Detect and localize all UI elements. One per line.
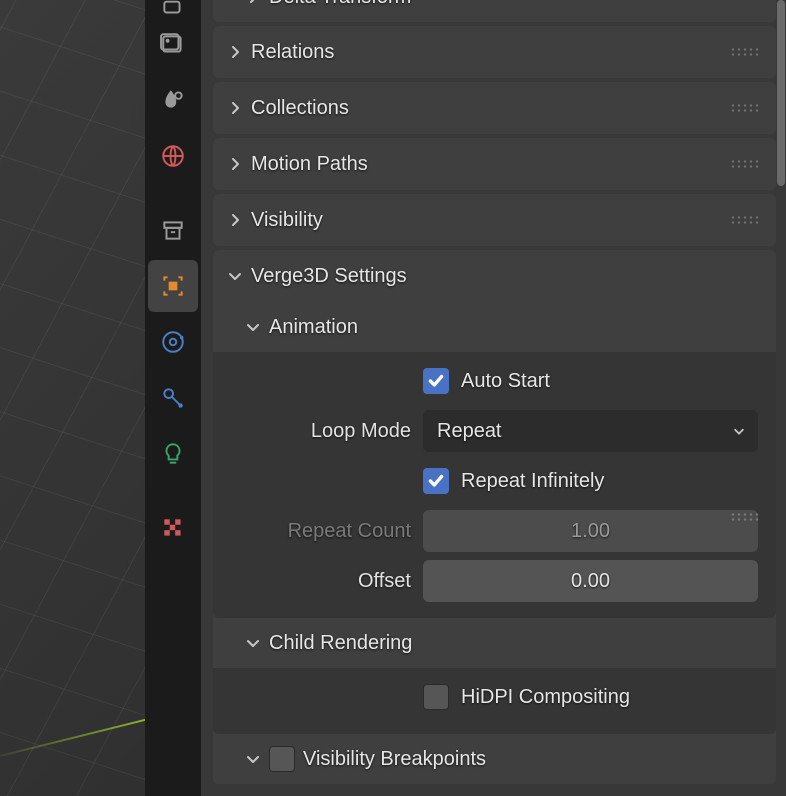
check-icon bbox=[427, 472, 445, 490]
viewport-3d[interactable] bbox=[0, 0, 145, 796]
repeat-infinitely-label: Repeat Infinitely bbox=[461, 470, 604, 493]
row-repeat-count: Repeat Count 1.00 bbox=[231, 506, 758, 556]
loop-mode-label: Loop Mode bbox=[231, 420, 411, 443]
row-repeat-infinitely: Repeat Infinitely bbox=[231, 456, 758, 506]
offset-value: 0.00 bbox=[571, 570, 610, 593]
panel-verge3d: Verge3D Settings Animation Auto Start Lo… bbox=[213, 250, 776, 784]
panel-collections: Collections bbox=[213, 82, 776, 134]
drag-handle-icon[interactable] bbox=[730, 159, 760, 169]
object-icon bbox=[160, 273, 186, 299]
image-icon bbox=[160, 31, 186, 57]
panel-motion-paths: Motion Paths bbox=[213, 138, 776, 190]
subpanel-animation-body: Auto Start Loop Mode Repeat Repeat Infin… bbox=[213, 352, 776, 618]
visibility-breakpoints-enable-checkbox[interactable] bbox=[269, 746, 295, 772]
subpanel-title: Animation bbox=[269, 316, 358, 339]
object-tab[interactable] bbox=[148, 260, 198, 312]
drag-handle-icon[interactable] bbox=[730, 47, 760, 57]
panel-delta-transform-header[interactable]: Delta Transform bbox=[213, 0, 776, 22]
panel-title: Collections bbox=[251, 97, 349, 120]
panel-relations-header[interactable]: Relations bbox=[213, 26, 776, 78]
panel-delta-transform: Delta Transform bbox=[213, 0, 776, 22]
scrollbar-track[interactable] bbox=[777, 0, 785, 796]
constraints-tab[interactable] bbox=[148, 372, 198, 424]
subpanel-visibility-breakpoints-header[interactable]: Visibility Breakpoints bbox=[213, 734, 776, 784]
output-tab[interactable] bbox=[148, 18, 198, 70]
chevron-down-icon bbox=[732, 424, 746, 438]
texture-tab[interactable] bbox=[148, 502, 198, 554]
subpanel-child-rendering-header[interactable]: Child Rendering bbox=[213, 618, 776, 668]
repeat-count-field[interactable]: 1.00 bbox=[423, 510, 758, 552]
hidpi-label: HiDPI Compositing bbox=[461, 686, 630, 709]
loop-mode-select[interactable]: Repeat bbox=[423, 410, 758, 452]
panel-visibility: Visibility bbox=[213, 194, 776, 246]
row-loop-mode: Loop Mode Repeat bbox=[231, 406, 758, 456]
loop-mode-value: Repeat bbox=[437, 420, 502, 443]
chevron-right-icon bbox=[227, 44, 243, 60]
subpanel-animation-header[interactable]: Animation bbox=[213, 302, 776, 352]
offset-label: Offset bbox=[231, 570, 411, 593]
hidpi-checkbox[interactable] bbox=[423, 684, 449, 710]
physics-icon bbox=[160, 329, 186, 355]
subpanel-child-rendering-body: HiDPI Compositing bbox=[213, 668, 776, 734]
subpanel-title: Child Rendering bbox=[269, 632, 412, 655]
scene-icon bbox=[160, 87, 186, 113]
properties-tab-strip bbox=[145, 0, 201, 796]
drag-handle-icon[interactable] bbox=[730, 103, 760, 113]
panel-title: Verge3D Settings bbox=[251, 265, 407, 288]
chevron-right-icon bbox=[227, 156, 243, 172]
drag-handle-icon[interactable] bbox=[730, 215, 760, 225]
scrollbar-thumb[interactable] bbox=[777, 0, 785, 186]
drag-handle-icon[interactable] bbox=[730, 512, 760, 522]
panel-title: Delta Transform bbox=[269, 0, 411, 9]
chevron-right-icon bbox=[245, 0, 261, 5]
chevron-down-icon bbox=[245, 751, 261, 767]
data-tab[interactable] bbox=[148, 428, 198, 480]
repeat-count-value: 1.00 bbox=[571, 520, 610, 543]
chevron-right-icon bbox=[227, 100, 243, 116]
scene-tab[interactable] bbox=[148, 74, 198, 126]
constraint-icon bbox=[160, 385, 186, 411]
axis-y-line bbox=[0, 716, 155, 761]
panel-motion-paths-header[interactable]: Motion Paths bbox=[213, 138, 776, 190]
panel-collections-header[interactable]: Collections bbox=[213, 82, 776, 134]
archive-icon bbox=[160, 217, 186, 243]
object-data-tab[interactable] bbox=[148, 204, 198, 256]
properties-panel: Delta Transform Relations Collections Mo… bbox=[201, 0, 786, 796]
subpanel-title: Visibility Breakpoints bbox=[303, 748, 486, 771]
panel-verge3d-header[interactable]: Verge3D Settings bbox=[213, 250, 776, 302]
repeat-infinitely-checkbox[interactable] bbox=[423, 468, 449, 494]
world-icon bbox=[160, 143, 186, 169]
check-icon bbox=[427, 372, 445, 390]
texture-icon bbox=[160, 515, 186, 541]
panel-title: Motion Paths bbox=[251, 153, 368, 176]
auto-start-checkbox[interactable] bbox=[423, 368, 449, 394]
chevron-down-icon bbox=[245, 319, 261, 335]
panel-visibility-header[interactable]: Visibility bbox=[213, 194, 776, 246]
offset-field[interactable]: 0.00 bbox=[423, 560, 758, 602]
panel-relations: Relations bbox=[213, 26, 776, 78]
auto-start-label: Auto Start bbox=[461, 370, 550, 393]
chevron-down-icon bbox=[245, 635, 261, 651]
row-auto-start: Auto Start bbox=[231, 356, 758, 406]
world-tab[interactable] bbox=[148, 130, 198, 182]
panel-title: Relations bbox=[251, 41, 334, 64]
lightbulb-icon bbox=[160, 441, 186, 467]
row-offset: Offset 0.00 bbox=[231, 556, 758, 606]
repeat-count-label: Repeat Count bbox=[231, 520, 411, 543]
row-hidpi: HiDPI Compositing bbox=[231, 672, 758, 722]
chevron-down-icon bbox=[227, 268, 243, 284]
physics-tab[interactable] bbox=[148, 316, 198, 368]
chevron-right-icon bbox=[227, 212, 243, 228]
panel-title: Visibility bbox=[251, 209, 323, 232]
render-tab[interactable] bbox=[148, 0, 198, 14]
